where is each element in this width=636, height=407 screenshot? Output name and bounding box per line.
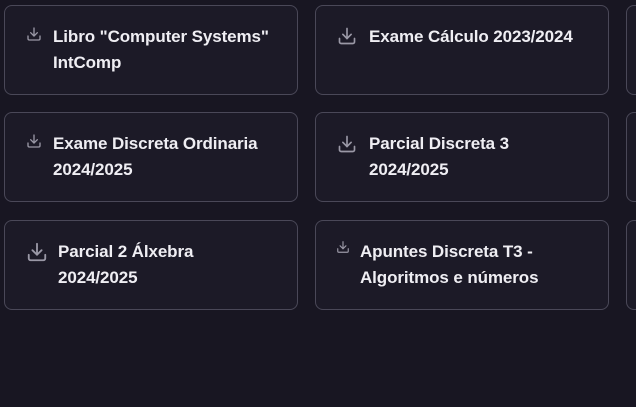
resource-title: Exame Cálculo 2023/2024 xyxy=(369,27,573,46)
resource-card[interactable]: Exame Discreta Ordinaria 2024/2025 xyxy=(4,112,298,202)
download-icon xyxy=(26,26,42,42)
download-icon xyxy=(337,134,357,154)
download-icon xyxy=(26,133,42,149)
resource-title: Exame Discreta Ordinaria 2024/2025 xyxy=(53,134,258,179)
resource-card[interactable]: Parcial Discreta 3 2024/2025 xyxy=(315,112,609,202)
resource-card-partial[interactable] xyxy=(626,112,636,202)
resource-title: Libro "Computer Systems" IntComp xyxy=(53,27,269,72)
resource-card[interactable]: Libro "Computer Systems" IntComp xyxy=(4,5,298,95)
resource-title: Parcial 2 Álxebra 2024/2025 xyxy=(58,242,194,287)
resource-card[interactable]: Parcial 2 Álxebra 2024/2025 xyxy=(4,220,298,310)
download-icon xyxy=(26,241,48,263)
resource-card[interactable]: Exame Cálculo 2023/2024 xyxy=(315,5,609,95)
resource-card-partial[interactable] xyxy=(626,5,636,95)
resources-grid: Libro "Computer Systems" IntComp Exame C… xyxy=(0,0,636,407)
resource-title: Parcial Discreta 3 2024/2025 xyxy=(369,134,509,179)
download-icon xyxy=(336,240,350,254)
resource-card[interactable]: Apuntes Discreta T3 - Algoritmos e númer… xyxy=(315,220,609,310)
resource-title: Apuntes Discreta T3 - Algoritmos e númer… xyxy=(360,242,539,287)
download-icon xyxy=(337,26,357,46)
resource-card-partial[interactable] xyxy=(626,220,636,310)
